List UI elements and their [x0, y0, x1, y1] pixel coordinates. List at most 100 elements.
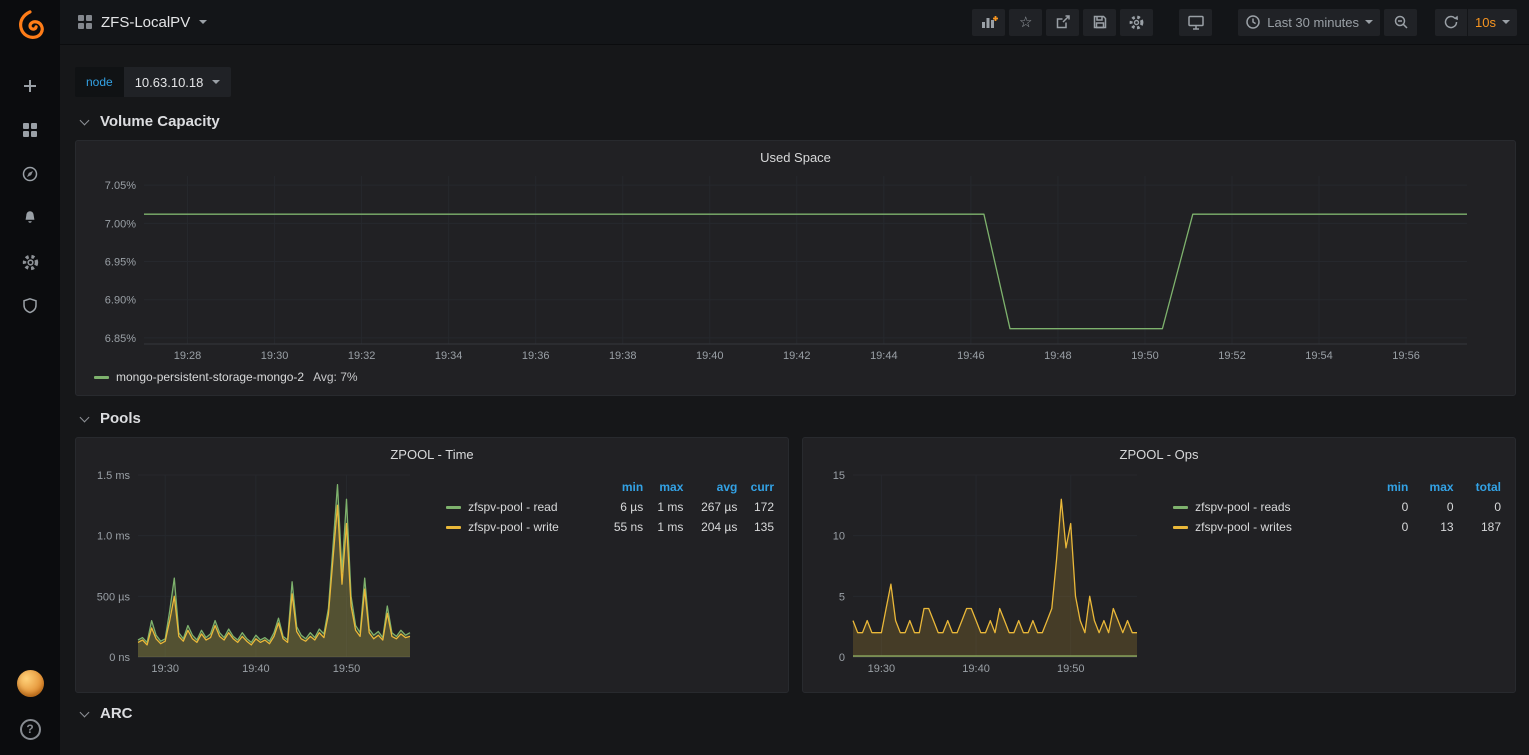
alerting-bell-icon[interactable] [10, 202, 50, 234]
chevron-down-icon [1502, 20, 1510, 24]
legend-table: minmaxavgcurrzfspv-pool - read6 µs1 ms26… [444, 477, 776, 537]
legend-column-header: avg [685, 477, 739, 497]
zpool-time-chart[interactable]: 19:3019:4019:500 ns500 µs1.0 ms1.5 ms [86, 465, 418, 679]
svg-text:1.5 ms: 1.5 ms [97, 470, 131, 482]
refresh-button[interactable] [1435, 9, 1468, 36]
cycle-view-button[interactable] [1179, 9, 1212, 36]
legend-dash [446, 506, 461, 509]
chevron-down-icon [199, 20, 207, 24]
svg-text:19:42: 19:42 [783, 350, 811, 362]
legend-column-header: total [1456, 477, 1503, 497]
legend-series-name[interactable]: zfspv-pool - write [444, 517, 600, 537]
svg-text:19:56: 19:56 [1392, 350, 1420, 362]
svg-text:19:30: 19:30 [261, 350, 289, 362]
dashboard-settings-button[interactable] [1120, 9, 1153, 36]
zoom-out-button[interactable] [1384, 9, 1417, 36]
user-avatar[interactable] [10, 667, 50, 699]
chevron-down-icon [212, 80, 220, 84]
dashboards-icon[interactable] [10, 114, 50, 146]
navbar-actions: ☆ Last 30 minutes [972, 9, 1517, 36]
svg-text:5: 5 [839, 591, 845, 603]
svg-text:0 ns: 0 ns [109, 652, 130, 664]
sidebar: ? [0, 0, 60, 755]
svg-text:19:30: 19:30 [151, 663, 179, 675]
svg-text:19:54: 19:54 [1305, 350, 1333, 362]
sidebar-bottom: ? [10, 667, 50, 745]
svg-text:19:40: 19:40 [242, 663, 270, 675]
legend-value: 172 [739, 497, 776, 517]
svg-text:10: 10 [833, 531, 845, 543]
save-button[interactable] [1083, 9, 1116, 36]
legend-column-header: max [1410, 477, 1455, 497]
legend-value: 0 [1369, 517, 1410, 537]
section-title: ARC [100, 705, 133, 722]
section-volume-capacity[interactable]: Volume Capacity [75, 113, 1516, 130]
svg-text:19:50: 19:50 [1131, 350, 1159, 362]
create-icon[interactable] [10, 70, 50, 102]
legend-column-header: min [1369, 477, 1410, 497]
legend-column-header: min [601, 477, 646, 497]
svg-text:1.0 ms: 1.0 ms [97, 531, 131, 543]
server-admin-shield-icon[interactable] [10, 290, 50, 322]
add-panel-button[interactable] [972, 9, 1005, 36]
panel-title[interactable]: ZPOOL - Time [86, 442, 778, 465]
dashboard-grid-icon [78, 15, 92, 29]
legend-avg-value: Avg: 7% [313, 370, 357, 384]
legend-row: zfspv-pool - read6 µs1 ms267 µs172 [444, 497, 776, 517]
explore-icon[interactable] [10, 158, 50, 190]
legend-row: zfspv-pool - write55 ns1 ms204 µs135 [444, 517, 776, 537]
legend-value: 0 [1369, 497, 1410, 517]
legend-value: 0 [1410, 497, 1455, 517]
legend-series-name[interactable]: zfspv-pool - writes [1171, 517, 1369, 537]
refresh-interval-button[interactable]: 10s [1468, 9, 1517, 36]
configuration-gear-icon[interactable] [10, 246, 50, 278]
legend-value: 6 µs [601, 497, 646, 517]
legend-row: zfspv-pool - writes013187 [1171, 517, 1503, 537]
share-button[interactable] [1046, 9, 1079, 36]
panel-title[interactable]: ZPOOL - Ops [813, 442, 1505, 465]
used-space-chart[interactable]: 19:2819:3019:3219:3419:3619:3819:4019:42… [86, 168, 1505, 366]
section-arc[interactable]: ARC [75, 705, 1516, 722]
help-icon[interactable]: ? [10, 713, 50, 745]
chevron-down-icon [80, 707, 90, 717]
node-variable[interactable]: node 10.63.10.18 [75, 67, 231, 97]
legend-series-name[interactable]: zfspv-pool - reads [1171, 497, 1369, 517]
svg-text:19:30: 19:30 [868, 663, 896, 675]
avatar [17, 670, 44, 697]
add-panel-icon [980, 14, 998, 30]
time-range-label: Last 30 minutes [1267, 15, 1359, 30]
star-icon: ☆ [1019, 15, 1032, 30]
panel-used-space: Used Space 19:2819:3019:3219:3419:3619:3… [75, 140, 1516, 396]
svg-text:19:38: 19:38 [609, 350, 637, 362]
zoom-out-icon [1393, 14, 1409, 30]
refresh-icon [1443, 14, 1459, 30]
svg-text:19:36: 19:36 [522, 350, 550, 362]
svg-text:500 µs: 500 µs [97, 591, 131, 603]
time-range-button[interactable]: Last 30 minutes [1238, 9, 1380, 36]
legend-series-name[interactable]: mongo-persistent-storage-mongo-2 [116, 370, 304, 384]
zpool-time-legend: minmaxavgcurrzfspv-pool - read6 µs1 ms26… [418, 465, 778, 679]
star-button[interactable]: ☆ [1009, 9, 1042, 36]
dashboard-title-group[interactable]: ZFS-LocalPV [78, 14, 207, 31]
legend-value: 187 [1456, 517, 1503, 537]
used-space-legend: mongo-persistent-storage-mongo-2 Avg: 7% [86, 366, 1505, 384]
svg-text:19:28: 19:28 [174, 350, 202, 362]
refresh-interval-label: 10s [1475, 15, 1496, 30]
section-pools[interactable]: Pools [75, 410, 1516, 427]
grafana-logo[interactable] [13, 8, 47, 42]
pools-panels-row: ZPOOL - Time 19:3019:4019:500 ns500 µs1.… [75, 437, 1516, 693]
zpool-ops-chart[interactable]: 19:3019:4019:50051015 [813, 465, 1145, 679]
dashboard-title[interactable]: ZFS-LocalPV [101, 14, 190, 31]
svg-text:19:44: 19:44 [870, 350, 898, 362]
panel-title[interactable]: Used Space [86, 145, 1505, 168]
chevron-down-icon [80, 412, 90, 422]
svg-text:19:40: 19:40 [962, 663, 990, 675]
legend-dash [1173, 506, 1188, 509]
svg-text:19:48: 19:48 [1044, 350, 1072, 362]
legend-dash [446, 526, 461, 529]
svg-text:15: 15 [833, 470, 845, 482]
svg-text:6.85%: 6.85% [105, 333, 136, 345]
legend-series-name[interactable]: zfspv-pool - read [444, 497, 600, 517]
node-variable-select[interactable]: 10.63.10.18 [124, 67, 232, 97]
legend-value: 13 [1410, 517, 1455, 537]
